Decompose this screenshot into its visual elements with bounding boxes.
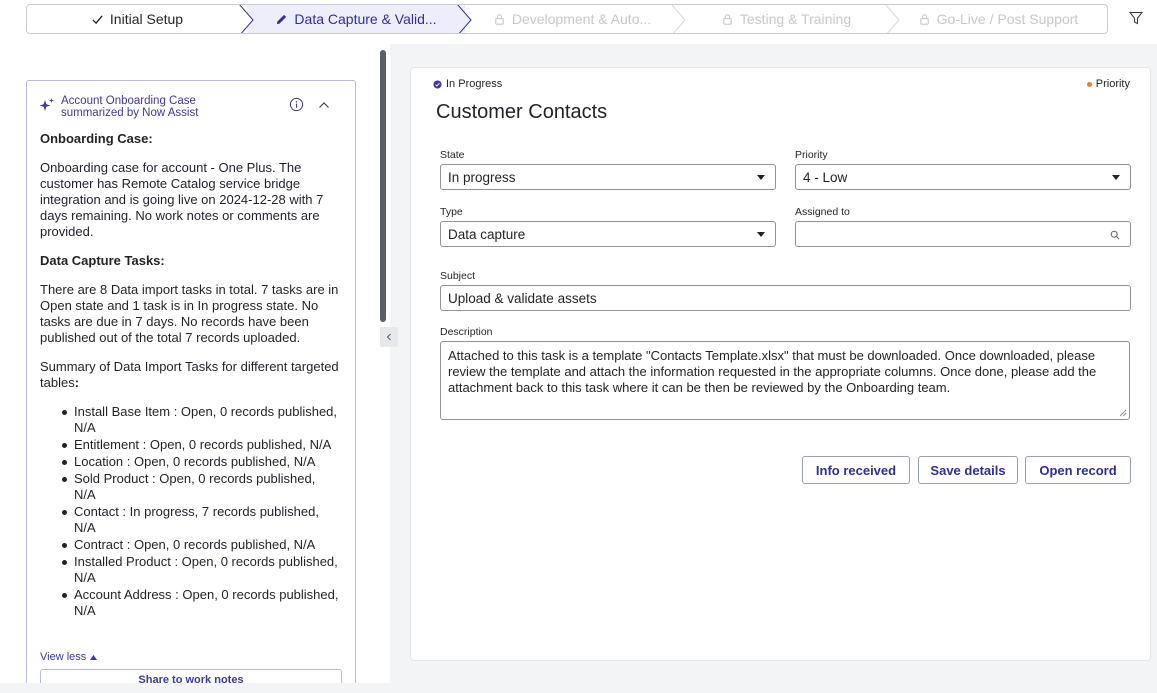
step-separator bbox=[885, 5, 900, 33]
chevron-up-icon[interactable] bbox=[318, 99, 330, 111]
subject-input[interactable]: Upload & validate assets bbox=[440, 285, 1131, 311]
chevron-left-icon bbox=[386, 333, 391, 341]
page-title: Customer Contacts bbox=[436, 101, 608, 123]
stage-stepper: Initial Setup Data Capture & Valid... De… bbox=[26, 4, 1108, 34]
state-select[interactable]: In progress bbox=[440, 164, 776, 190]
step-development[interactable]: Development & Auto... bbox=[465, 5, 686, 33]
description-label: Description bbox=[440, 326, 493, 338]
step-testing-training[interactable]: Testing & Training bbox=[679, 5, 900, 33]
step-separator bbox=[239, 5, 254, 33]
step-label: Data Capture & Valid... bbox=[294, 11, 437, 27]
list-item: Location : Open, 0 records published, N/… bbox=[62, 454, 340, 470]
subject-label: Subject bbox=[440, 270, 476, 282]
view-less-link[interactable]: View less bbox=[40, 651, 98, 663]
priority-badge: Priority bbox=[1086, 78, 1130, 90]
lock-icon bbox=[495, 13, 504, 25]
collapse-panel-button[interactable] bbox=[380, 327, 398, 347]
summary-title: Account Onboarding Case summarized by No… bbox=[61, 95, 199, 119]
step-label: Initial Setup bbox=[109, 11, 184, 27]
section-text-data-capture: There are 8 Data import tasks in total. … bbox=[40, 282, 339, 345]
list-item: Sold Product : Open, 0 records published… bbox=[62, 471, 340, 503]
lock-icon bbox=[723, 13, 732, 25]
assigned-to-input[interactable] bbox=[795, 221, 1131, 247]
type-label: Type bbox=[440, 206, 463, 218]
view-less-label: View less bbox=[40, 651, 87, 663]
step-label: Go-Live / Post Support bbox=[936, 11, 1079, 27]
lock-icon bbox=[919, 13, 929, 25]
priority-value: 4 - Low bbox=[803, 169, 848, 185]
step-initial-setup[interactable]: Initial Setup bbox=[27, 5, 254, 33]
stepper-bar: Initial Setup Data Capture & Valid... De… bbox=[0, 0, 1157, 44]
search-icon[interactable] bbox=[1110, 230, 1120, 240]
import-summary-colon: : bbox=[74, 375, 80, 390]
status-text: In Progress bbox=[446, 78, 503, 90]
section-text-onboarding: Onboarding case for account - One Plus. … bbox=[40, 160, 324, 239]
type-select[interactable]: Data capture bbox=[440, 221, 776, 247]
caret-down-icon bbox=[757, 175, 765, 180]
import-summary-text: Summary of Data Import Tasks for differe… bbox=[40, 359, 339, 390]
checkmark-icon bbox=[92, 14, 103, 24]
state-label: State bbox=[440, 149, 465, 161]
caret-up-icon bbox=[90, 654, 98, 660]
step-separator bbox=[457, 5, 472, 33]
resize-handle-icon[interactable] bbox=[1119, 409, 1127, 417]
in-progress-icon bbox=[433, 79, 442, 89]
list-item: Contract : Open, 0 records published, N/… bbox=[62, 537, 340, 553]
step-data-capture[interactable]: Data Capture & Valid... bbox=[247, 5, 472, 33]
section-heading-data-capture: Data Capture Tasks: bbox=[40, 253, 165, 268]
caret-down-icon bbox=[757, 232, 765, 237]
priority-dot-icon bbox=[1086, 81, 1092, 87]
description-value: Attached to this task is a template "Con… bbox=[448, 348, 1097, 395]
step-label: Development & Auto... bbox=[511, 11, 652, 27]
state-value: In progress bbox=[448, 169, 516, 185]
step-label: Testing & Training bbox=[739, 11, 852, 27]
list-item: Account Address : Open, 0 records publis… bbox=[62, 587, 340, 619]
list-item: Entitlement : Open, 0 records published,… bbox=[62, 437, 340, 453]
description-textarea[interactable]: Attached to this task is a template "Con… bbox=[440, 341, 1130, 420]
assigned-to-label: Assigned to bbox=[795, 206, 850, 218]
priority-badge-text: Priority bbox=[1095, 78, 1130, 90]
list-item: Installed Product : Open, 0 records publ… bbox=[62, 554, 340, 586]
summary-header: Account Onboarding Case summarized by No… bbox=[39, 95, 345, 125]
sparkle-icon bbox=[39, 98, 54, 111]
priority-label: Priority bbox=[795, 149, 828, 161]
step-separator bbox=[671, 5, 686, 33]
left-panel: Account Onboarding Case summarized by No… bbox=[0, 44, 378, 693]
info-icon[interactable] bbox=[289, 97, 304, 112]
step-go-live[interactable]: Go-Live / Post Support bbox=[893, 5, 1103, 33]
open-record-button[interactable]: Open record bbox=[1025, 456, 1131, 484]
list-item: Contact : In progress, 7 records publish… bbox=[62, 504, 340, 536]
import-task-list: Install Base Item : Open, 0 records publ… bbox=[62, 404, 340, 619]
filter-icon[interactable] bbox=[1128, 10, 1144, 26]
section-text-import-summary: Summary of Data Import Tasks for differe… bbox=[40, 359, 340, 391]
caret-down-icon bbox=[1112, 175, 1120, 180]
now-assist-summary-card: Account Onboarding Case summarized by No… bbox=[26, 80, 356, 693]
scrollbar-thumb[interactable] bbox=[380, 50, 386, 322]
section-heading-onboarding: Onboarding Case: bbox=[40, 131, 153, 146]
task-form-card: In Progress Priority Customer Contacts S… bbox=[410, 67, 1151, 661]
priority-select[interactable]: 4 - Low bbox=[795, 164, 1131, 190]
list-item: Install Base Item : Open, 0 records publ… bbox=[62, 404, 340, 436]
page-footer-strip bbox=[0, 683, 1157, 693]
pencil-icon bbox=[277, 14, 287, 24]
summary-body: Onboarding Case: Onboarding case for acc… bbox=[40, 131, 340, 620]
status-indicator: In Progress bbox=[433, 78, 502, 90]
save-details-button[interactable]: Save details bbox=[918, 456, 1018, 484]
type-value: Data capture bbox=[448, 226, 526, 242]
info-received-button[interactable]: Info received bbox=[802, 456, 910, 484]
subject-value: Upload & validate assets bbox=[448, 290, 597, 306]
